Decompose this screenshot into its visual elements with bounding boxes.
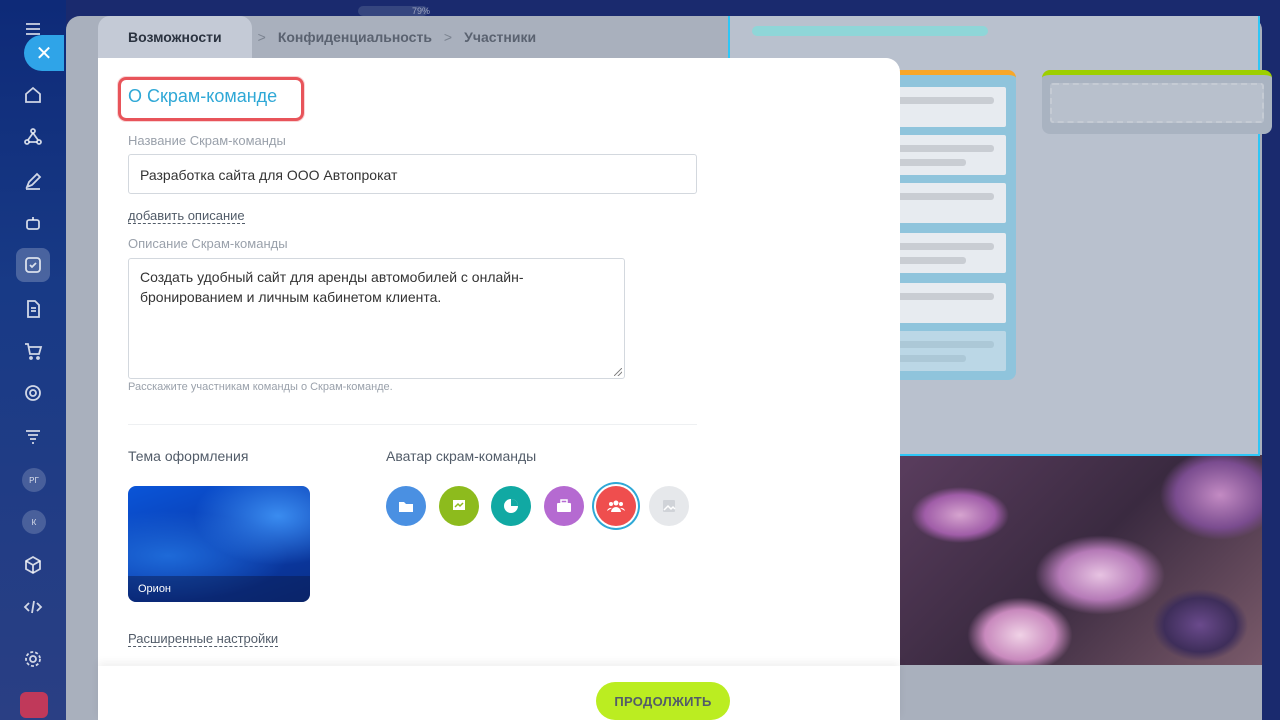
section-title: О Скрам-команде: [128, 86, 278, 106]
network-icon[interactable]: [16, 120, 50, 154]
group-k-avatar[interactable]: К: [22, 510, 46, 534]
close-icon: ✕: [35, 42, 53, 65]
code-icon[interactable]: [16, 590, 50, 624]
target-icon[interactable]: [16, 376, 50, 410]
cart-icon[interactable]: [16, 334, 50, 368]
advanced-settings-link[interactable]: Расширенные настройки: [128, 631, 279, 647]
preview-top-bar: [752, 26, 988, 36]
description-text: Создать удобный сайт для аренды автомоби…: [140, 269, 524, 305]
document-icon[interactable]: [16, 292, 50, 326]
tab-members[interactable]: Участники: [458, 29, 542, 45]
name-label: Название Скрам-команды: [128, 133, 286, 148]
resize-handle-icon[interactable]: [614, 368, 622, 376]
theme-preview-card[interactable]: Орион: [128, 486, 310, 602]
avatar-presentation-option[interactable]: [439, 486, 479, 526]
presentation-icon: [453, 500, 465, 510]
rocket-icon[interactable]: [20, 692, 48, 718]
pie-chart-icon: [504, 499, 518, 513]
top-progress-percent: 79%: [412, 6, 431, 16]
avatar-label: Аватар скрам-команды: [386, 448, 537, 464]
avatar-pie-chart-option[interactable]: [491, 486, 531, 526]
description-textarea[interactable]: Создать удобный сайт для аренды автомоби…: [128, 258, 625, 379]
filter-icon[interactable]: [16, 420, 50, 454]
team-icon: [607, 500, 625, 512]
preview-dropzone: [1050, 83, 1264, 123]
divider: [128, 424, 697, 425]
scrum-team-modal: О Скрам-команде Название Скрам-команды Р…: [98, 58, 900, 720]
robot-icon[interactable]: [16, 206, 50, 240]
group-rg-avatar[interactable]: РГ: [22, 468, 46, 492]
settings-gear-icon[interactable]: [16, 642, 50, 676]
description-hint: Расскажите участникам команды о Скрам-ко…: [128, 381, 393, 393]
folder-icon: [399, 502, 413, 512]
avatar-folder-option[interactable]: [386, 486, 426, 526]
chevron-right-icon: >: [257, 29, 266, 45]
wizard-tabs: Возможности > Конфиденциальность > Участ…: [98, 16, 542, 58]
tab-features[interactable]: Возможности: [98, 16, 252, 58]
avatar-team-option[interactable]: [596, 486, 636, 526]
left-nav-rail: РГ К: [0, 0, 66, 720]
image-placeholder-icon: [663, 500, 676, 512]
preview-column-2: [1042, 70, 1272, 134]
background-flower-photo: [900, 455, 1262, 665]
modal-footer: ПРОДОЛЖИТЬ: [98, 666, 900, 720]
avatar-upload-option[interactable]: [649, 486, 689, 526]
theme-name: Орион: [128, 576, 310, 602]
home-icon[interactable]: [16, 78, 50, 112]
close-slider-button[interactable]: ✕: [24, 35, 64, 71]
avatar-briefcase-option[interactable]: [544, 486, 584, 526]
team-name-input[interactable]: Разработка сайта для ООО Автопрокат: [128, 154, 697, 194]
add-description-link[interactable]: добавить описание: [128, 208, 245, 224]
briefcase-icon: [557, 499, 571, 512]
pen-icon[interactable]: [16, 164, 50, 198]
tasks-icon[interactable]: [16, 248, 50, 282]
description-label: Описание Скрам-команды: [128, 236, 288, 251]
chevron-right-icon: >: [443, 29, 453, 45]
continue-button[interactable]: ПРОДОЛЖИТЬ: [596, 682, 730, 720]
cube-icon[interactable]: [16, 548, 50, 582]
tab-privacy[interactable]: Конфиденциальность: [272, 29, 438, 45]
theme-label: Тема оформления: [128, 448, 249, 464]
